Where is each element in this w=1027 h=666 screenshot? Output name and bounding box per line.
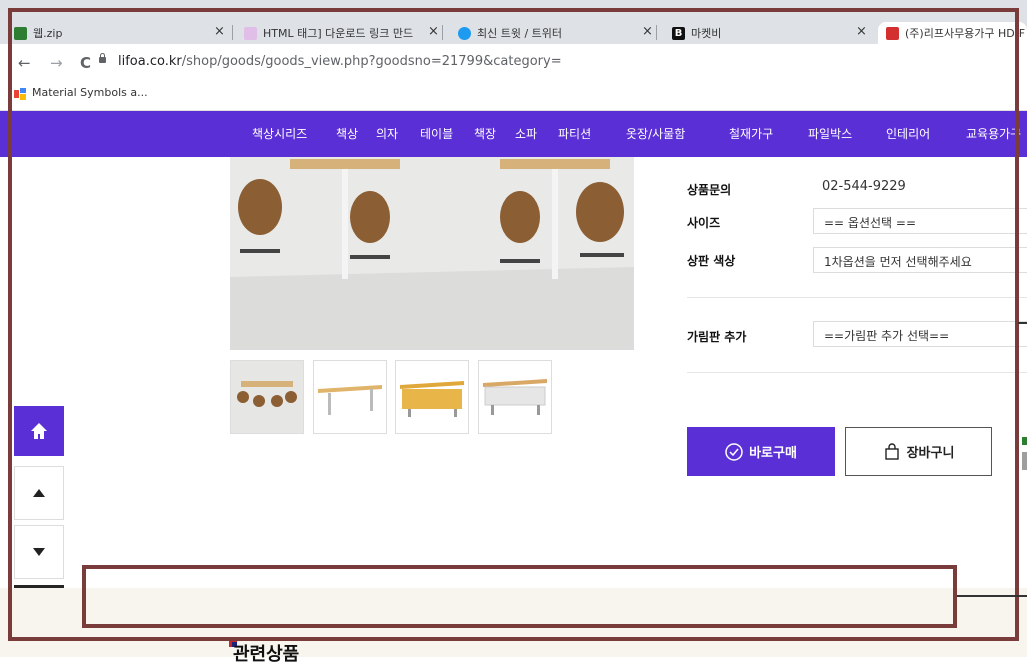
thumbnail-meeting-room[interactable] <box>230 360 304 434</box>
thumb-white-panel-table <box>479 361 551 433</box>
scroll-down-button[interactable] <box>14 525 64 579</box>
brand-b-icon: B <box>672 26 685 40</box>
material-icon <box>14 88 26 100</box>
tab-web-zip[interactable]: 웹.zip × <box>14 22 234 44</box>
buy-now-label: 바로구매 <box>749 446 797 461</box>
back-arrow-icon[interactable]: ← <box>18 54 31 72</box>
top-color-label: 상판 색상 <box>687 254 736 268</box>
scroll-up-button[interactable] <box>14 466 64 520</box>
top-color-select[interactable]: 1차옵션을 먼저 선택해주세요 <box>813 247 1027 273</box>
tab-title: HTML 태그] 다운로드 링크 만드 <box>263 27 414 40</box>
tab-twitter[interactable]: 최신 트윗 / 트위터 × <box>458 22 658 44</box>
menu-partition[interactable]: 파티션 <box>558 125 591 142</box>
edge-fragment <box>1022 452 1027 470</box>
close-icon[interactable]: × <box>428 24 439 39</box>
thumb-meeting-room <box>231 361 303 433</box>
category-nav-bar <box>0 111 1027 157</box>
menu-sofa[interactable]: 소파 <box>515 125 537 142</box>
menu-interior[interactable]: 인테리어 <box>886 125 930 142</box>
thumbnail-white-table[interactable] <box>313 360 387 434</box>
menu-desk[interactable]: 책상 <box>336 125 358 142</box>
home-button[interactable] <box>14 406 64 456</box>
annotation-highlight-box <box>82 565 957 628</box>
close-icon[interactable]: × <box>214 24 225 39</box>
menu-file-box[interactable]: 파일박스 <box>808 125 852 142</box>
divider <box>687 297 1027 298</box>
inquiry-phone: 02-544-9229 <box>822 179 906 194</box>
menu-chair[interactable]: 의자 <box>376 125 398 142</box>
annotation-leader-line <box>1018 322 1027 324</box>
lock-icon[interactable] <box>99 53 106 63</box>
size-label: 사이즈 <box>687 216 721 230</box>
browser-tab-bar: 웹.zip × HTML 태그] 다운로드 링크 만드 × 최신 트윗 / 트위… <box>0 0 1027 44</box>
bookmarks-bar <box>0 84 1027 111</box>
menu-table[interactable]: 테이블 <box>420 125 453 142</box>
url-host: lifoa.co.kr <box>118 54 182 69</box>
product-photo-illustration <box>230 157 634 350</box>
bookmark-material-symbols[interactable]: Material Symbols a... <box>32 86 148 99</box>
close-icon[interactable]: × <box>856 24 867 39</box>
close-icon[interactable]: × <box>642 24 653 39</box>
menu-education[interactable]: 교육용가구 <box>966 125 1021 142</box>
size-select[interactable]: == 옵션선택 == <box>813 208 1027 234</box>
page-favicon-icon <box>244 26 257 40</box>
tab-lifoa[interactable]: (주)리프사무용가구 HD-F <box>878 22 1027 44</box>
thumb-white-table <box>314 361 386 433</box>
twitter-bird-icon <box>458 26 471 40</box>
divider <box>687 372 1027 373</box>
screen-panel-label: 가림판 추가 <box>687 330 747 344</box>
address-bar[interactable]: lifoa.co.kr/shop/goods/goods_view.php?go… <box>118 54 562 69</box>
cart-label: 장바구니 <box>906 446 955 461</box>
menu-wardrobe[interactable]: 옷장/사물함 <box>626 125 685 142</box>
menu-steel-furniture[interactable]: 철재가구 <box>729 125 773 142</box>
tab-title: 웹.zip <box>33 27 63 40</box>
thumb-yellow-panel-table <box>396 361 468 433</box>
edge-fragment <box>1022 437 1027 445</box>
related-products-title: 관련상품 <box>233 644 300 665</box>
tab-title: 최신 트윗 / 트위터 <box>477 27 563 40</box>
menu-bookshelf[interactable]: 책장 <box>474 125 496 142</box>
download-icon <box>14 26 27 40</box>
down-arrow-icon <box>33 548 45 556</box>
add-to-cart-button[interactable]: 장바구니 <box>845 427 992 476</box>
tab-separator <box>442 25 443 40</box>
annotation-leader-line <box>957 595 1027 597</box>
screen-panel-select[interactable]: ==가림판 추가 선택== <box>813 321 1027 347</box>
url-path: /shop/goods/goods_view.php?goodsno=21799… <box>181 54 562 69</box>
forward-arrow-icon[interactable]: → <box>50 54 63 72</box>
lifoa-logo-icon <box>886 26 899 40</box>
tab-title: 마켓비 <box>691 27 722 40</box>
buy-now-button[interactable]: 바로구매 <box>687 427 835 476</box>
tab-marketb[interactable]: B 마켓비 × <box>672 22 872 44</box>
tab-separator <box>656 25 657 40</box>
reload-icon[interactable]: C <box>80 54 91 72</box>
product-main-image <box>230 157 634 350</box>
tab-html-tag[interactable]: HTML 태그] 다운로드 링크 만드 × <box>244 22 444 44</box>
up-arrow-icon <box>33 489 45 497</box>
shopping-bag-icon <box>884 442 899 460</box>
check-circle-icon <box>725 442 743 461</box>
tab-separator <box>232 25 233 40</box>
inquiry-label: 상품문의 <box>687 183 732 197</box>
menu-desk-series[interactable]: 책상시리즈 <box>252 125 307 142</box>
thumbnail-yellow-panel-table[interactable] <box>395 360 469 434</box>
tab-title: (주)리프사무용가구 HD-F <box>905 27 1025 40</box>
thumbnail-white-panel-table[interactable] <box>478 360 552 434</box>
home-icon <box>31 423 47 439</box>
